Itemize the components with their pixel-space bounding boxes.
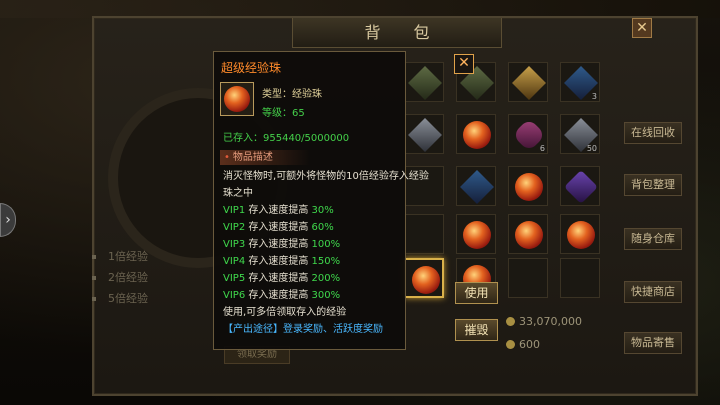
equipment-icon bbox=[408, 118, 442, 152]
equipment-icon bbox=[564, 170, 598, 204]
exp-orb-icon bbox=[463, 221, 491, 249]
use-note: 使用,可多倍领取存入的经验 bbox=[223, 307, 347, 318]
use-button[interactable]: 使用 bbox=[455, 282, 498, 304]
bag-title: 背 包 bbox=[364, 23, 444, 42]
gold-amount: 33,070,000 bbox=[506, 315, 582, 328]
inventory-slot[interactable]: 6 bbox=[508, 114, 548, 154]
slot-count: 50 bbox=[586, 144, 597, 153]
item-description: 消灭怪物时,可额外将怪物的10倍经验存入经验 珠之中 VIP1 存入速度提高 3… bbox=[223, 168, 429, 338]
equipment-icon bbox=[408, 66, 442, 100]
desc-line: 消灭怪物时,可额外将怪物的10倍经验存入经验 bbox=[223, 171, 429, 182]
inventory-slot[interactable] bbox=[456, 166, 496, 206]
exp-orb-icon bbox=[463, 121, 491, 149]
bag-sort-button[interactable]: 背包整理 bbox=[624, 174, 682, 196]
inventory-slot[interactable]: 50 bbox=[560, 114, 600, 154]
inventory-slot[interactable] bbox=[456, 214, 496, 254]
slot-count: 6 bbox=[539, 144, 545, 153]
desc-line: 珠之中 bbox=[223, 188, 253, 199]
inventory-slot[interactable] bbox=[404, 258, 444, 298]
exp-orb-icon bbox=[515, 221, 543, 249]
desc-header: • 物品描述 bbox=[220, 150, 310, 165]
item-stored-exp: 已存入：955440/5000000 bbox=[223, 133, 350, 144]
bag-close-button[interactable]: ✕ bbox=[632, 18, 652, 38]
item-consign-button[interactable]: 物品寄售 bbox=[624, 332, 682, 354]
inventory-slot[interactable] bbox=[404, 62, 444, 102]
item-type: 类型：经验珠 bbox=[262, 89, 322, 100]
exp-orb-icon bbox=[412, 266, 440, 294]
inventory-slot[interactable] bbox=[508, 258, 548, 298]
inventory-slot[interactable] bbox=[560, 258, 600, 298]
tooltip-close-button[interactable]: ✕ bbox=[454, 54, 474, 74]
vip-line: VIP1 存入速度提高 30% bbox=[223, 205, 334, 216]
vip-line: VIP5 存入速度提高 200% bbox=[223, 273, 341, 284]
exp-option[interactable]: 2倍经验 bbox=[92, 269, 148, 285]
vip-line: VIP6 存入速度提高 300% bbox=[223, 290, 341, 301]
source-line: 【产出途径】登录奖励、活跃度奖励 bbox=[223, 324, 383, 335]
inventory-slot[interactable] bbox=[508, 62, 548, 102]
portable-storage-button[interactable]: 随身仓库 bbox=[624, 228, 682, 250]
exp-orb-icon bbox=[224, 86, 250, 112]
exp-orb-icon bbox=[515, 173, 543, 201]
inventory-slot[interactable] bbox=[508, 166, 548, 206]
vip-line: VIP3 存入速度提高 100% bbox=[223, 239, 341, 250]
coin-icon bbox=[506, 317, 515, 326]
inventory-slot[interactable] bbox=[404, 214, 444, 254]
vip-line: VIP4 存入速度提高 150% bbox=[223, 256, 341, 267]
ingot-amount: 600 bbox=[506, 338, 540, 351]
equipment-icon bbox=[512, 66, 546, 100]
item-tooltip: 超级经验珠 类型：经验珠 等级：65 已存入：955440/5000000 • 物… bbox=[213, 51, 429, 350]
inventory-slot[interactable]: 3 bbox=[560, 62, 600, 102]
item-icon-frame bbox=[220, 82, 254, 116]
quick-shop-button[interactable]: 快捷商店 bbox=[624, 281, 682, 303]
online-recycle-button[interactable]: 在线回收 bbox=[624, 122, 682, 144]
inventory-slot[interactable] bbox=[404, 114, 444, 154]
inventory-slot[interactable] bbox=[560, 166, 600, 206]
destroy-button[interactable]: 摧毁 bbox=[455, 319, 498, 341]
equipment-icon bbox=[460, 170, 494, 204]
item-name: 超级经验珠 bbox=[221, 61, 282, 75]
exp-orb-icon bbox=[567, 221, 595, 249]
vip-line: VIP2 存入速度提高 60% bbox=[223, 222, 334, 233]
inventory-slot[interactable] bbox=[560, 214, 600, 254]
item-level: 等级：65 bbox=[262, 108, 305, 119]
bag-title-plate: 背 包 bbox=[292, 18, 502, 48]
inventory-slot[interactable] bbox=[508, 214, 548, 254]
ingot-icon bbox=[506, 340, 515, 349]
exp-option[interactable]: 5倍经验 bbox=[92, 290, 148, 306]
slot-count: 3 bbox=[591, 92, 597, 101]
exp-option[interactable]: 1倍经验 bbox=[92, 248, 148, 264]
inventory-slot[interactable] bbox=[456, 114, 496, 154]
